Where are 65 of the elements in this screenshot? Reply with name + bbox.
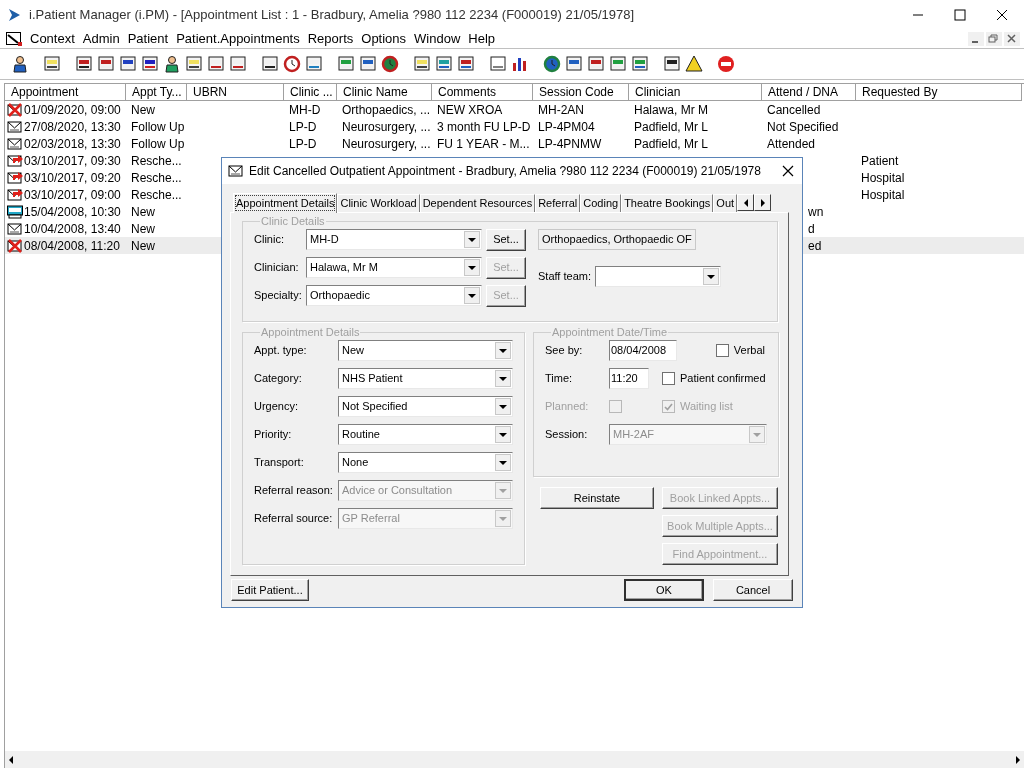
field-label: Urgency: — [254, 399, 300, 415]
table-cell-text: ed — [807, 237, 822, 254]
table-cell: 03/10/2017, 09:00 — [24, 186, 121, 203]
table-cell: 01/09/2020, 09:00 — [24, 101, 121, 118]
table-cell-text: Follow Up — [130, 135, 185, 152]
window-title: i.Patient Manager (i.PM) - [Appointment List : 1 - Bradbury, Amelia ?980 112 2234 (F000019) 21/05/1978] — [29, 6, 635, 25]
field-label: Clinician: — [254, 260, 300, 276]
group-legend: Clinic Details — [260, 215, 326, 227]
table-cell-text: Padfield, Mr L — [633, 135, 709, 152]
table-cell: 10/04/2008, 13:40 — [24, 220, 121, 237]
table-cell-text: LP-D — [288, 135, 317, 152]
field-label: Referral source: — [254, 511, 334, 527]
table-cell-text: d — [807, 220, 815, 237]
field-label: Category: — [254, 371, 303, 387]
table-cell-text: wn — [807, 203, 824, 220]
table-cell: 03/10/2017, 09:20 — [24, 169, 121, 186]
table-cell-text: FU 1 YEAR - M... — [436, 135, 530, 152]
clinic-name-field: Orthopaedics, Orthopaedic OF — [538, 229, 696, 250]
table-cell-text: Cancelled — [766, 101, 821, 118]
table-cell: 08/04/2008, 11:20 — [24, 237, 120, 254]
field-label: Referral reason: — [254, 483, 334, 499]
table-cell-text: Resche... — [130, 169, 182, 186]
field-label: Staff team: — [538, 269, 591, 285]
table-cell-text: LP-4PNMW — [537, 135, 602, 152]
checkbox-label: Waiting list — [680, 399, 733, 415]
table-cell-text: Halawa, Mr M — [633, 101, 708, 118]
table-cell-text: Neurosurgery, ... — [341, 135, 431, 152]
table-cell-text: New — [130, 101, 155, 118]
table-cell-text: Patient — [860, 152, 899, 169]
checkbox-label: Verbal — [733, 343, 765, 359]
table-cell: 27/08/2020, 13:30 — [24, 118, 121, 135]
table-cell-text: Follow Up — [130, 118, 185, 135]
field-label: Planned: — [545, 399, 590, 415]
field-label: Time: — [545, 371, 574, 387]
field-label: Appt. type: — [254, 343, 308, 359]
table-cell-text: Padfield, Mr L — [633, 118, 709, 135]
group-legend: Appointment Details — [260, 326, 361, 338]
field-label: Transport: — [254, 455, 305, 471]
table-cell-text: New — [130, 237, 155, 254]
field-label: Clinic: — [254, 232, 285, 248]
group-legend: Appointment Date/Time — [551, 326, 669, 338]
checkbox-label: Patient confirmed — [680, 371, 766, 387]
table-cell-text: NEW XROA — [436, 101, 503, 118]
table-cell-text: Neurosurgery, ... — [341, 118, 431, 135]
table-cell-text: Hospital — [860, 169, 905, 186]
table-cell-text: Hospital — [860, 186, 905, 203]
table-cell-text: New — [130, 220, 155, 237]
field-label: See by: — [545, 343, 584, 359]
table-cell-text: MH-D — [288, 101, 321, 118]
table-cell: 03/10/2017, 09:30 — [24, 152, 121, 169]
table-cell-text: New — [130, 203, 155, 220]
table-cell-text: Resche... — [130, 186, 182, 203]
table-cell-text: Attended — [766, 135, 816, 152]
table-cell-text: Resche... — [130, 152, 182, 169]
table-cell-text: MH-2AN — [537, 101, 584, 118]
table-cell-text: 3 month FU LP-D — [436, 118, 531, 135]
table-cell: 15/04/2008, 10:30 — [24, 203, 121, 220]
table-cell: 02/03/2018, 13:30 — [24, 135, 121, 152]
field-label: Specialty: — [254, 288, 303, 304]
table-cell-text: Orthopaedics, ... — [341, 101, 431, 118]
table-cell-text: LP-D — [288, 118, 317, 135]
field-label: Session: — [545, 427, 589, 443]
table-cell-text: Not Specified — [766, 118, 839, 135]
field-label: Priority: — [254, 427, 293, 443]
table-cell-text: LP-4PM04 — [537, 118, 595, 135]
